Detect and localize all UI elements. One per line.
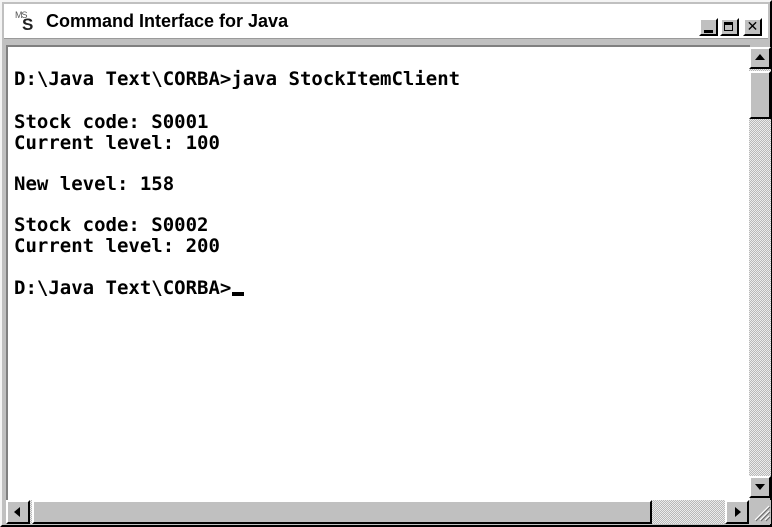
console-line: Current level: 100 — [14, 132, 220, 154]
maximize-icon — [724, 22, 733, 31]
text-cursor — [232, 292, 245, 296]
console-line: Stock code: S0002 — [14, 214, 209, 236]
console-output[interactable]: D:\Java Text\CORBA>java StockItemClient … — [6, 45, 750, 500]
command-window: MS S Command Interface for Java ✕ D:\Jav… — [0, 0, 772, 527]
arrow-down-icon — [755, 484, 765, 490]
prompt-line: D:\Java Text\CORBA> — [14, 277, 245, 299]
console-line: D:\Java Text\CORBA>java StockItemClient — [14, 68, 461, 90]
resize-grip[interactable] — [749, 500, 771, 524]
console-line: Stock code: S0001 — [14, 111, 209, 133]
scroll-right-button[interactable] — [725, 500, 749, 524]
window-title: Command Interface for Java — [46, 11, 289, 31]
scroll-up-button[interactable] — [749, 47, 771, 69]
resize-grip-icon — [754, 505, 771, 522]
icon-glyph: S — [22, 15, 34, 34]
horizontal-scroll-thumb[interactable] — [32, 500, 652, 524]
console-line: New level: 158 — [14, 173, 175, 195]
arrow-left-icon — [14, 507, 20, 517]
horizontal-scrollbar[interactable] — [6, 500, 749, 524]
close-icon: ✕ — [746, 19, 759, 35]
scroll-down-button[interactable] — [749, 476, 771, 498]
arrow-right-icon — [735, 507, 741, 517]
scroll-left-button[interactable] — [6, 500, 30, 524]
console-line: Current level: 200 — [14, 235, 220, 257]
vertical-scroll-thumb[interactable] — [749, 71, 771, 119]
minimize-icon — [704, 30, 713, 33]
ms-dos-prompt-icon[interactable]: MS S — [14, 11, 36, 34]
prompt-text: D:\Java Text\CORBA> — [14, 277, 232, 299]
title-bar[interactable]: MS S Command Interface for Java ✕ — [4, 4, 768, 39]
maximize-button[interactable] — [720, 18, 739, 36]
minimize-button[interactable] — [699, 18, 718, 36]
close-button[interactable]: ✕ — [743, 18, 762, 36]
vertical-scrollbar[interactable] — [749, 47, 771, 498]
arrow-up-icon — [755, 54, 765, 60]
